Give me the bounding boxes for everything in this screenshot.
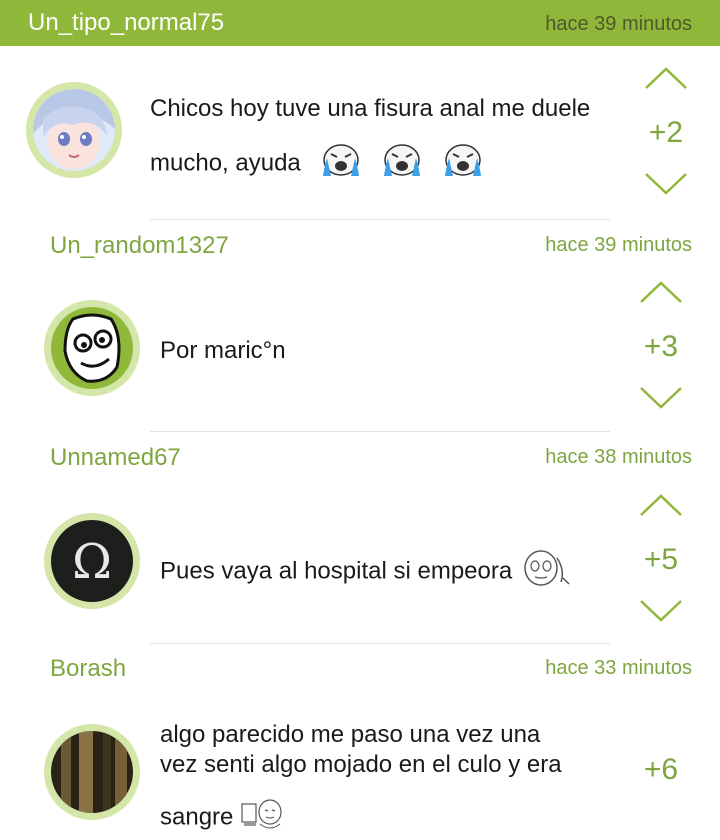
- omega-avatar-icon: Ω: [51, 520, 133, 602]
- comment-author[interactable]: Unnamed67: [50, 444, 181, 472]
- computer-guy-icon: [240, 796, 284, 840]
- comment-author[interactable]: Borash: [50, 655, 126, 683]
- thinking-face-icon: [521, 548, 573, 596]
- svg-text:Ω: Ω: [72, 534, 112, 590]
- downvote-chevron-icon[interactable]: [644, 172, 688, 196]
- comment-text-body: Pues vaya al hospital si empeora: [160, 557, 513, 585]
- downvote-chevron-icon[interactable]: [639, 386, 683, 410]
- comment-timestamp: hace 39 minutos: [545, 234, 692, 256]
- vote-widget: +2: [626, 66, 706, 196]
- comment-text: Por maric°n: [160, 337, 286, 364]
- vote-widget: +3: [621, 280, 701, 410]
- post-text: Chicos hoy tuve una fisura anal me duele…: [150, 94, 590, 186]
- crying-face-icon: [319, 142, 363, 186]
- upvote-chevron-icon[interactable]: [639, 280, 683, 304]
- divider: [150, 431, 610, 432]
- upvote-chevron-icon[interactable]: [644, 66, 688, 90]
- vote-widget: +6: [621, 703, 701, 833]
- downvote-chevron-icon[interactable]: [639, 599, 683, 623]
- blurry-photo-avatar-icon: [51, 731, 133, 813]
- comment-text-line: vez senti algo mojado en el culo y era: [160, 751, 562, 778]
- avatar[interactable]: Ω: [44, 513, 140, 609]
- post-text-line: Chicos hoy tuve una fisura anal me duele: [150, 95, 591, 122]
- post-timestamp: hace 39 minutos: [545, 13, 692, 35]
- comment-timestamp: hace 38 minutos: [545, 446, 692, 468]
- avatar[interactable]: [44, 724, 140, 820]
- post-text-line: mucho, ayuda: [150, 149, 301, 177]
- crying-face-icon: [380, 142, 424, 186]
- divider: [150, 219, 610, 220]
- vote-score: +5: [643, 543, 679, 576]
- comment-author[interactable]: Un_random1327: [50, 232, 229, 260]
- comment-text: Pues vaya al hospital si empeora: [160, 548, 573, 596]
- vote-score: +2: [648, 116, 684, 149]
- avatar[interactable]: [44, 300, 140, 396]
- vote-widget: +5: [621, 493, 701, 623]
- upvote-chevron-icon[interactable]: [639, 493, 683, 517]
- comment-timestamp: hace 33 minutos: [545, 657, 692, 679]
- divider: [150, 643, 610, 644]
- comment-text-line: sangre: [160, 803, 234, 831]
- rage-face-avatar-icon: [51, 307, 133, 389]
- vote-score: +6: [643, 753, 679, 786]
- vote-score: +3: [643, 330, 679, 363]
- comment-text: algo parecido me paso una vez una vez se…: [160, 720, 562, 840]
- crying-face-icon: [441, 142, 485, 186]
- post-author[interactable]: Un_tipo_normal75: [28, 9, 224, 37]
- avatar[interactable]: [26, 82, 122, 178]
- post-header: Un_tipo_normal75 hace 39 minutos: [0, 0, 720, 46]
- comment-text-line: algo parecido me paso una vez una: [160, 721, 541, 748]
- anime-girl-avatar-icon: [33, 89, 115, 171]
